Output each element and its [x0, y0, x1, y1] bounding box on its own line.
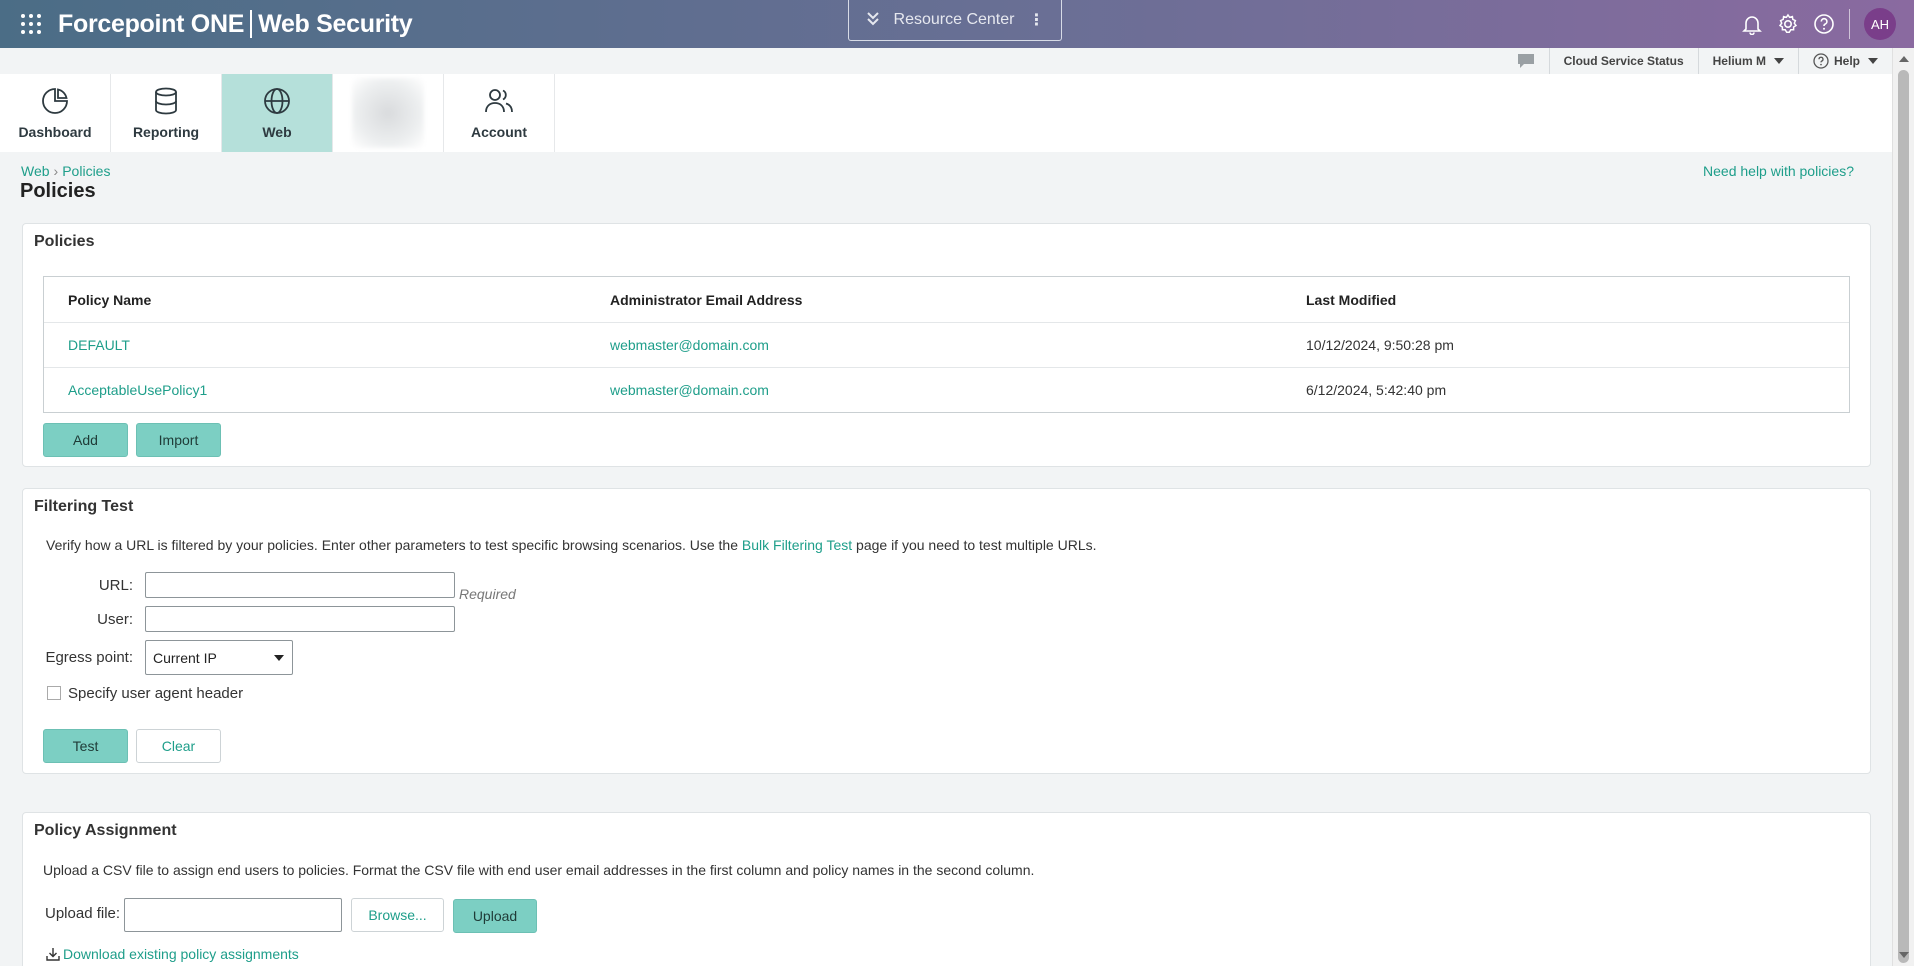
- table-header-row: Policy Name Administrator Email Address …: [44, 277, 1849, 322]
- download-icon: [46, 948, 60, 961]
- user-menu[interactable]: Helium M: [1697, 48, 1798, 74]
- egress-point-label: Egress point:: [45, 649, 133, 666]
- product-name: Web Security: [258, 9, 413, 38]
- breadcrumb-web[interactable]: Web: [21, 163, 50, 179]
- double-chevron-down-icon: [866, 11, 880, 30]
- filtering-desc-text: Verify how a URL is filtered by your pol…: [46, 537, 742, 553]
- database-icon: [155, 87, 177, 115]
- policies-table: Policy Name Administrator Email Address …: [43, 276, 1850, 413]
- caret-down-icon: [274, 655, 284, 661]
- upload-file-input[interactable]: [124, 898, 342, 932]
- help-circle-icon[interactable]: [1813, 13, 1835, 35]
- policy-assignment-panel: Policy Assignment Upload a CSV file to a…: [22, 812, 1871, 966]
- help-icon: [1813, 53, 1829, 69]
- import-policy-button[interactable]: Import: [136, 423, 221, 457]
- bulk-filtering-test-link[interactable]: Bulk Filtering Test: [742, 537, 852, 553]
- nav-redacted-tile[interactable]: [333, 74, 444, 152]
- table-row[interactable]: DEFAULT webmaster@domain.com 10/12/2024,…: [44, 322, 1849, 367]
- scroll-down-icon[interactable]: [1899, 952, 1909, 958]
- user-agent-checkbox[interactable]: [47, 686, 61, 700]
- nav-account[interactable]: Account: [444, 74, 555, 152]
- breadcrumb: Web › Policies: [21, 163, 110, 179]
- brand-name: Forcepoint ONE: [58, 9, 245, 38]
- bell-icon[interactable]: [1741, 13, 1763, 35]
- filtering-desc-text-end: page if you need to test multiple URLs.: [852, 537, 1097, 553]
- pie-chart-icon: [42, 88, 68, 114]
- nav-reporting-label: Reporting: [132, 124, 200, 140]
- upload-file-label: Upload file:: [45, 905, 121, 922]
- help-with-policies-link[interactable]: Need help with policies?: [1703, 163, 1854, 179]
- policies-panel: Policies Policy Name Administrator Email…: [22, 223, 1871, 467]
- caret-down-icon: [1773, 58, 1784, 64]
- download-assignments-link[interactable]: Download existing policy assignments: [45, 946, 299, 962]
- utility-bar: Cloud Service Status Helium M Help: [0, 48, 1892, 74]
- admin-email-link[interactable]: webmaster@domain.com: [610, 337, 769, 353]
- last-modified-value: 6/12/2024, 5:42:40 pm: [1306, 382, 1447, 398]
- page-scrollbar[interactable]: [1892, 48, 1914, 966]
- url-label: URL:: [98, 577, 133, 594]
- filtering-test-description: Verify how a URL is filtered by your pol…: [46, 537, 1097, 553]
- scroll-up-icon[interactable]: [1899, 56, 1909, 62]
- app-launcher-icon[interactable]: [16, 9, 46, 39]
- column-header-admin-email[interactable]: Administrator Email Address: [610, 292, 802, 308]
- redacted-image: [352, 78, 424, 148]
- gear-icon[interactable]: [1777, 13, 1799, 35]
- column-header-policy-name[interactable]: Policy Name: [68, 292, 151, 308]
- globe-icon: [264, 88, 290, 114]
- admin-email-link[interactable]: webmaster@domain.com: [610, 382, 769, 398]
- policy-name-link[interactable]: DEFAULT: [68, 337, 130, 353]
- policy-name-link[interactable]: AcceptableUsePolicy1: [68, 382, 207, 398]
- more-vertical-icon: ⋮: [1028, 12, 1045, 29]
- column-header-last-modified[interactable]: Last Modified: [1306, 292, 1396, 308]
- help-menu-label: Help: [1833, 54, 1860, 68]
- filtering-test-title: Filtering Test: [34, 498, 134, 515]
- chat-icon[interactable]: [1503, 48, 1549, 74]
- nav-reporting[interactable]: Reporting: [111, 74, 222, 152]
- scrollbar-thumb[interactable]: [1898, 70, 1909, 963]
- policies-panel-title: Policies: [34, 233, 95, 250]
- nav-web-label: Web: [262, 124, 292, 140]
- user-input[interactable]: [145, 606, 455, 632]
- users-icon: [485, 89, 513, 113]
- breadcrumb-policies[interactable]: Policies: [62, 163, 110, 179]
- add-policy-button[interactable]: Add: [43, 423, 128, 457]
- last-modified-value: 10/12/2024, 9:50:28 pm: [1306, 337, 1454, 353]
- browse-button[interactable]: Browse...: [351, 898, 444, 932]
- top-bar: Forcepoint ONE Web Security Resource Cen…: [0, 0, 1914, 48]
- egress-point-value: Current IP: [153, 649, 217, 666]
- page-title: Policies: [20, 180, 96, 202]
- required-hint: Required: [459, 586, 516, 602]
- help-menu[interactable]: Help: [1797, 48, 1892, 74]
- main-nav: Dashboard Reporting Web Account: [0, 74, 1892, 152]
- nav-account-label: Account: [471, 124, 527, 140]
- topbar-divider: [1849, 9, 1850, 39]
- cloud-service-status-link[interactable]: Cloud Service Status: [1548, 48, 1698, 74]
- user-menu-label: Helium M: [1712, 54, 1766, 68]
- test-button[interactable]: Test: [43, 729, 128, 763]
- product-logo: Forcepoint ONE Web Security: [58, 9, 413, 39]
- table-row[interactable]: AcceptableUsePolicy1 webmaster@domain.co…: [44, 367, 1849, 412]
- url-input[interactable]: [145, 572, 455, 598]
- brand-separator: [250, 10, 253, 38]
- nav-dashboard-label: Dashboard: [18, 124, 92, 140]
- resource-center-button[interactable]: Resource Center ⋮: [848, 0, 1062, 41]
- filtering-test-panel: Filtering Test Verify how a URL is filte…: [22, 488, 1871, 774]
- nav-dashboard[interactable]: Dashboard: [0, 74, 111, 152]
- egress-point-select[interactable]: Current IP: [145, 640, 293, 675]
- breadcrumb-separator: ›: [53, 163, 59, 179]
- resource-center-label: Resource Center: [893, 11, 1015, 28]
- nav-web[interactable]: Web: [222, 74, 333, 152]
- download-assignments-label: Download existing policy assignments: [63, 946, 299, 962]
- policy-assignment-title: Policy Assignment: [34, 822, 177, 839]
- upload-button[interactable]: Upload: [453, 899, 537, 933]
- policy-assignment-description: Upload a CSV file to assign end users to…: [43, 862, 1035, 878]
- avatar[interactable]: AH: [1864, 8, 1896, 40]
- clear-button[interactable]: Clear: [136, 729, 221, 763]
- user-agent-checkbox-label[interactable]: Specify user agent header: [68, 685, 243, 702]
- caret-down-icon: [1868, 58, 1878, 64]
- user-label: User:: [97, 611, 133, 628]
